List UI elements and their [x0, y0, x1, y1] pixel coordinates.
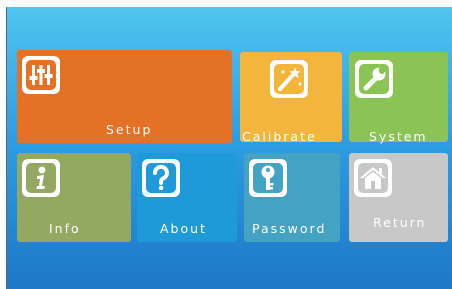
system-button[interactable]: System: [349, 52, 448, 144]
sliders-icon: [22, 56, 60, 94]
wrench-icon: [355, 60, 393, 98]
setup-button[interactable]: Setup: [17, 50, 232, 143]
setup-label: Setup: [106, 122, 153, 137]
key-icon: [249, 159, 287, 197]
about-label: About: [160, 221, 207, 236]
return-button[interactable]: Return: [349, 153, 448, 242]
main-menu-screen: Setup Calibrate System Info About Passwo…: [6, 7, 452, 289]
question-icon: [142, 159, 180, 197]
home-icon: [354, 159, 392, 197]
calibrate-button[interactable]: Calibrate: [240, 52, 342, 144]
about-button[interactable]: About: [137, 153, 237, 242]
calibrate-label: Calibrate: [242, 129, 317, 144]
password-button[interactable]: Password: [244, 153, 340, 242]
password-label: Password: [252, 221, 327, 236]
system-label: System: [369, 129, 428, 144]
return-label: Return: [373, 215, 427, 230]
magic-wand-icon: [270, 60, 308, 98]
info-button[interactable]: Info: [17, 153, 131, 242]
info-label: Info: [49, 221, 81, 236]
info-icon: [22, 159, 60, 197]
